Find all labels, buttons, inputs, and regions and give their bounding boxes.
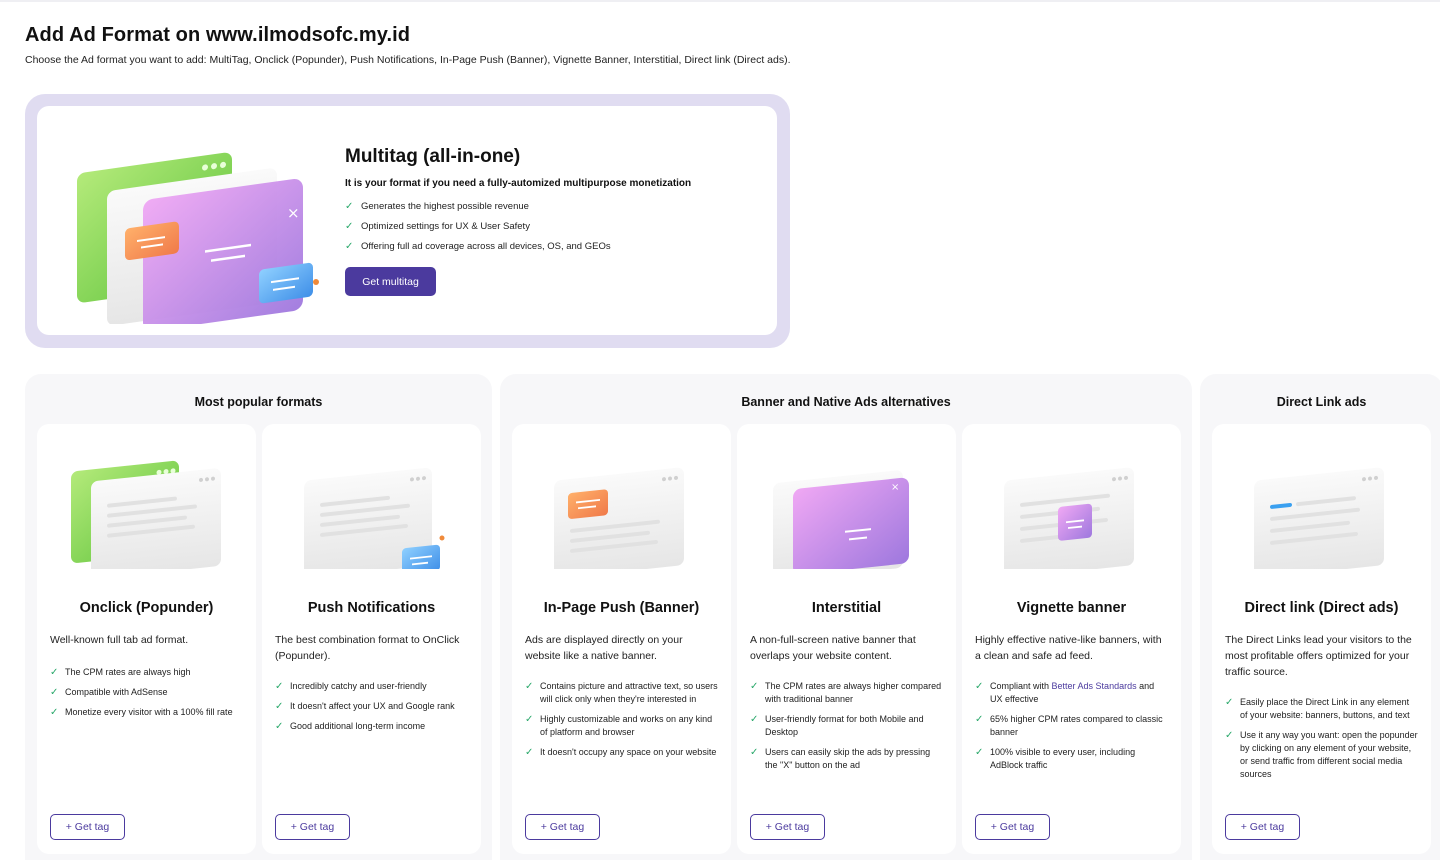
get-tag-button-vignette[interactable]: + Get tag (975, 814, 1050, 840)
feature-item: ✓ Generates the highest possible revenue (345, 200, 529, 212)
card-description: A non-full-screen native banner that ove… (750, 634, 916, 662)
check-icon: ✓ (750, 681, 759, 692)
format-card-onclick: Onclick (Popunder) Well-known full tab a… (37, 424, 256, 854)
get-tag-button-inpage-push[interactable]: + Get tag (525, 814, 600, 840)
check-icon: ✓ (1225, 730, 1234, 741)
card-title: Push Notifications (307, 600, 436, 616)
multitag-feature-list: ✓ Generates the highest possible revenue … (345, 196, 611, 256)
svg-text:×: × (287, 204, 300, 222)
group-title: Direct Link ads (1276, 395, 1367, 409)
feature-item: ✓ Use it any way you want: open the popun… (1225, 730, 1418, 779)
feature-item: ✓ It doesn't occupy any space on your web… (525, 747, 717, 758)
card-title: In-Page Push (Banner) (543, 600, 700, 616)
card-feature-list: ✓ Easily place the Direct Link in any ele… (1225, 696, 1419, 788)
get-tag-button-interstitial[interactable]: + Get tag (750, 814, 825, 840)
interstitial-illustration: × (773, 470, 909, 569)
feature-item: ✓ The CPM rates are always high (50, 667, 191, 678)
feature-item: ✓ Highly customizable and works on any ki… (525, 714, 713, 737)
get-tag-button-direct-link[interactable]: + Get tag (1225, 814, 1300, 840)
check-icon: ✓ (975, 714, 984, 725)
feature-item: ✓ Good additional long-term income (275, 721, 426, 732)
feature-item: ✓ Compliant with Better Ads Standards and… (975, 681, 1155, 704)
feature-item: ✓ Incredibly catchy and user-friendly (275, 681, 427, 692)
card-title: Direct link (Direct ads) (1244, 600, 1399, 616)
get-tag-button-push[interactable]: + Get tag (275, 814, 350, 840)
card-feature-list: ✓ Contains picture and attractive text, s… (525, 680, 719, 766)
multitag-subtitle: It is your format if you need a fully-au… (345, 178, 692, 189)
feature-item: ✓ Easily place the Direct Link in any ele… (1225, 697, 1410, 720)
card-title: Interstitial (811, 600, 882, 616)
card-feature-list: ✓ Compliant with Better Ads Standards and… (975, 680, 1169, 779)
feature-item: ✓ Monetize every visitor with a 100% fill… (50, 707, 233, 718)
check-icon: ✓ (345, 220, 354, 232)
group-most-popular: Most popular formats Onclick (Popunder) … (25, 374, 492, 860)
card-title: Onclick (Popunder) (79, 600, 214, 616)
check-icon: ✓ (975, 681, 984, 692)
check-icon: ✓ (275, 681, 284, 692)
card-description: Highly effective native-like banners, wi… (975, 634, 1162, 662)
card-description: The best combination format to OnClick (… (275, 634, 460, 662)
multitag-title: Multitag (all-in-one) (345, 146, 521, 167)
check-icon: ✓ (345, 200, 354, 212)
format-card-direct-link: Direct link (Direct ads) The Direct Link… (1212, 424, 1431, 854)
feature-item: ✓ 100% visible to every user, including A… (975, 747, 1136, 770)
feature-item: ✓ Compatible with AdSense (50, 687, 168, 698)
format-card-vignette: Vignette banner Highly effective native-… (962, 424, 1181, 854)
check-icon: ✓ (750, 747, 759, 758)
feature-item: ✓ It doesn't affect your UX and Google ra… (275, 701, 455, 712)
check-icon: ✓ (50, 707, 59, 718)
feature-item: ✓ Offering full ad coverage across all de… (345, 240, 611, 252)
card-description: The Direct Links lead your visitors to t… (1225, 634, 1412, 678)
card-feature-list: ✓ The CPM rates are always high ✓ Compatib… (50, 666, 244, 726)
feature-item: ✓ User-friendly format for both Mobile an… (750, 714, 924, 737)
check-icon: ✓ (525, 714, 534, 725)
format-card-inpage-push: In-Page Push (Banner) Ads are displayed … (512, 424, 731, 854)
format-card-push: Push Notifications The best combination … (262, 424, 481, 854)
format-card-interstitial: × Interstitial A non-full-screen native … (737, 424, 956, 854)
check-icon: ✓ (525, 681, 534, 692)
check-icon: ✓ (1225, 697, 1234, 708)
card-feature-list: ✓ The CPM rates are always higher compare… (750, 680, 944, 779)
check-icon: ✓ (50, 667, 59, 678)
onclick-illustration (71, 460, 221, 569)
feature-item: ✓ The CPM rates are always higher compare… (750, 681, 942, 704)
direct-link-illustration (1254, 467, 1384, 569)
vignette-illustration (1004, 467, 1134, 569)
check-icon: ✓ (275, 721, 284, 732)
get-tag-button-onclick[interactable]: + Get tag (50, 814, 125, 840)
check-icon: ✓ (750, 714, 759, 725)
feature-item: ✓ Optimized settings for UX & User Safety (345, 220, 530, 232)
push-illustration (304, 467, 445, 569)
card-description: Well-known full tab ad format. (50, 634, 189, 646)
group-title: Banner and Native Ads alternatives (741, 395, 951, 409)
feature-item: ✓ Users can easily skip the ads by pressi… (750, 747, 931, 770)
inpage-push-illustration (554, 467, 684, 569)
multitag-card: × Multitag (all-in-one) It is your forma… (37, 106, 777, 335)
top-divider (0, 0, 1440, 2)
multitag-illustration: × (77, 152, 319, 324)
page-title: Add Ad Format on www.ilmodsofc.my.id (25, 24, 411, 46)
page-subtitle: Choose the Ad format you want to add: Mu… (25, 54, 791, 66)
check-icon: ✓ (50, 687, 59, 698)
better-ads-standards-link[interactable]: Better Ads Standards (1052, 681, 1137, 691)
card-description: Ads are displayed directly on your websi… (525, 634, 683, 662)
svg-text:×: × (891, 482, 899, 493)
group-title: Most popular formats (194, 395, 323, 409)
check-icon: ✓ (525, 747, 534, 758)
check-icon: ✓ (345, 240, 354, 252)
feature-item: ✓ Contains picture and attractive text, s… (525, 681, 718, 704)
multitag-panel: × Multitag (all-in-one) It is your forma… (25, 94, 790, 348)
feature-item: ✓ 65% higher CPM rates compared to classi… (975, 714, 1163, 737)
card-title: Vignette banner (1016, 600, 1127, 616)
group-direct-link: Direct Link ads Direct link (Direct ads)… (1200, 374, 1440, 860)
check-icon: ✓ (975, 747, 984, 758)
get-multitag-button[interactable]: Get multitag (345, 267, 436, 296)
group-banner-native: Banner and Native Ads alternatives In-Pa… (500, 374, 1192, 860)
check-icon: ✓ (275, 701, 284, 712)
card-feature-list: ✓ Incredibly catchy and user-friendly ✓ It… (275, 680, 469, 740)
